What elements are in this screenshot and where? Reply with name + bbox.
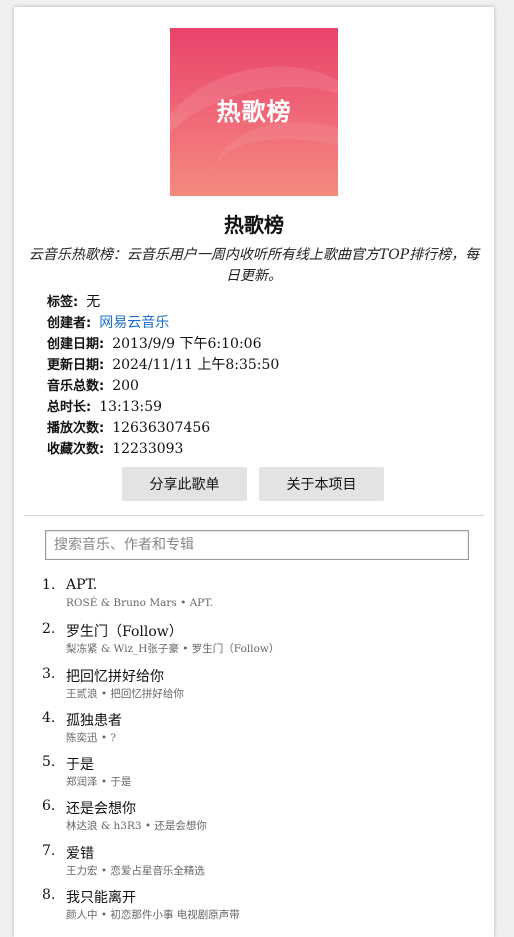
about-project-button[interactable]: 关于本项目 — [259, 467, 384, 501]
song-item[interactable]: 2. 罗生门（Follow） 梨冻紧 & Wiz_H张子豪 • 罗生门（Foll… — [14, 619, 494, 663]
song-artist-album: ROSÉ & Bruno Mars • APT. — [66, 597, 214, 609]
song-artist-album: 陈奕迅 • ? — [66, 731, 116, 744]
meta-tags-label: 标签: — [47, 295, 79, 310]
song-title[interactable]: 还是会想你 — [66, 798, 136, 818]
song-artist-album: 郑润泽 • 于是 — [66, 776, 132, 789]
search-input[interactable] — [45, 530, 469, 560]
song-number: 5. — [42, 754, 56, 771]
song-item[interactable]: 3. 把回忆拼好给你 王贰浪 • 把回忆拼好给你 — [14, 664, 494, 708]
song-number: 2. — [42, 621, 56, 638]
song-artist-album: 林达浪 & h3R3 • 还是会想你 — [66, 820, 207, 833]
playlist-cover-image: 热歌榜 — [170, 28, 338, 196]
playlist-meta: 标签: 无 创建者: 网易云音乐 创建日期: 2013/9/9 下午6:10:06 更… — [47, 292, 467, 460]
song-number: 6. — [42, 798, 56, 815]
meta-updated-label: 更新日期: — [47, 358, 105, 373]
song-item[interactable]: 5. 于是 郑润泽 • 于是 — [14, 752, 494, 796]
song-item[interactable]: 4. 孤独患者 陈奕迅 • ? — [14, 708, 494, 752]
meta-favs-row: 收藏次数: 12233093 — [47, 439, 467, 460]
meta-plays-row: 播放次数: 12636307456 — [47, 418, 467, 439]
meta-tags-value: 无 — [86, 294, 101, 310]
meta-created-row: 创建日期: 2013/9/9 下午6:10:06 — [47, 334, 467, 355]
song-item[interactable]: 1. APT. ROSÉ & Bruno Mars • APT. — [14, 575, 494, 619]
meta-favs-value: 12233093 — [112, 441, 184, 457]
meta-favs-label: 收藏次数: — [47, 442, 105, 457]
meta-count-row: 音乐总数: 200 — [47, 376, 467, 397]
meta-plays-label: 播放次数: — [47, 421, 105, 436]
meta-duration-row: 总时长: 13:13:59 — [47, 397, 467, 418]
meta-creator-row: 创建者: 网易云音乐 — [47, 313, 467, 334]
meta-creator-label: 创建者: — [47, 316, 92, 331]
song-number: 8. — [42, 887, 56, 904]
meta-updated-value: 2024/11/11 上午8:35:50 — [112, 357, 280, 373]
meta-updated-row: 更新日期: 2024/11/11 上午8:35:50 — [47, 355, 467, 376]
song-item[interactable]: 6. 还是会想你 林达浪 & h3R3 • 还是会想你 — [14, 796, 494, 840]
playlist-card: 热歌榜 热歌榜 云音乐热歌榜：云音乐用户一周内收听所有线上歌曲官方TOP排行榜，… — [14, 7, 494, 937]
song-list: 1. APT. ROSÉ & Bruno Mars • APT. 2. 罗生门（… — [14, 575, 494, 929]
song-title[interactable]: 罗生门（Follow） — [66, 621, 183, 641]
meta-plays-value: 12636307456 — [112, 420, 211, 436]
song-title[interactable]: 把回忆拼好给你 — [66, 666, 164, 686]
playlist-title: 热歌榜 — [224, 213, 284, 237]
song-title[interactable]: APT. — [66, 577, 97, 593]
meta-count-value: 200 — [112, 378, 139, 394]
meta-count-label: 音乐总数: — [47, 379, 105, 394]
meta-created-value: 2013/9/9 下午6:10:06 — [112, 336, 262, 352]
song-title[interactable]: 于是 — [66, 754, 94, 774]
song-number: 3. — [42, 665, 56, 682]
song-number: 4. — [42, 709, 56, 726]
meta-tags-row: 标签: 无 — [47, 292, 467, 313]
song-title[interactable]: 孤独患者 — [66, 710, 122, 730]
meta-duration-label: 总时长: — [47, 400, 92, 415]
playlist-description: 云音乐热歌榜：云音乐用户一周内收听所有线上歌曲官方TOP排行榜，每日更新。 — [28, 247, 480, 284]
song-title[interactable]: 我只能离开 — [66, 887, 136, 907]
cover-text: 热歌榜 — [216, 98, 292, 126]
song-artist-album: 王贰浪 • 把回忆拼好给你 — [66, 687, 184, 700]
divider — [24, 515, 484, 516]
meta-created-label: 创建日期: — [47, 337, 105, 352]
song-artist-album: 王力宏 • 恋爱占星音乐全精选 — [66, 864, 205, 877]
song-artist-album: 梨冻紧 & Wiz_H张子豪 • 罗生门（Follow） — [66, 643, 280, 656]
song-item[interactable]: 8. 我只能离开 颜人中 • 初恋那件小事 电视剧原声带 — [14, 885, 494, 929]
meta-duration-value: 13:13:59 — [99, 399, 163, 415]
song-title[interactable]: 爱错 — [66, 843, 94, 863]
meta-creator-link[interactable]: 网易云音乐 — [99, 315, 169, 331]
song-number: 1. — [42, 577, 56, 593]
song-item[interactable]: 7. 爱错 王力宏 • 恋爱占星音乐全精选 — [14, 841, 494, 885]
share-playlist-button[interactable]: 分享此歌单 — [122, 467, 247, 501]
song-number: 7. — [42, 842, 56, 859]
song-artist-album: 颜人中 • 初恋那件小事 电视剧原声带 — [66, 909, 240, 922]
